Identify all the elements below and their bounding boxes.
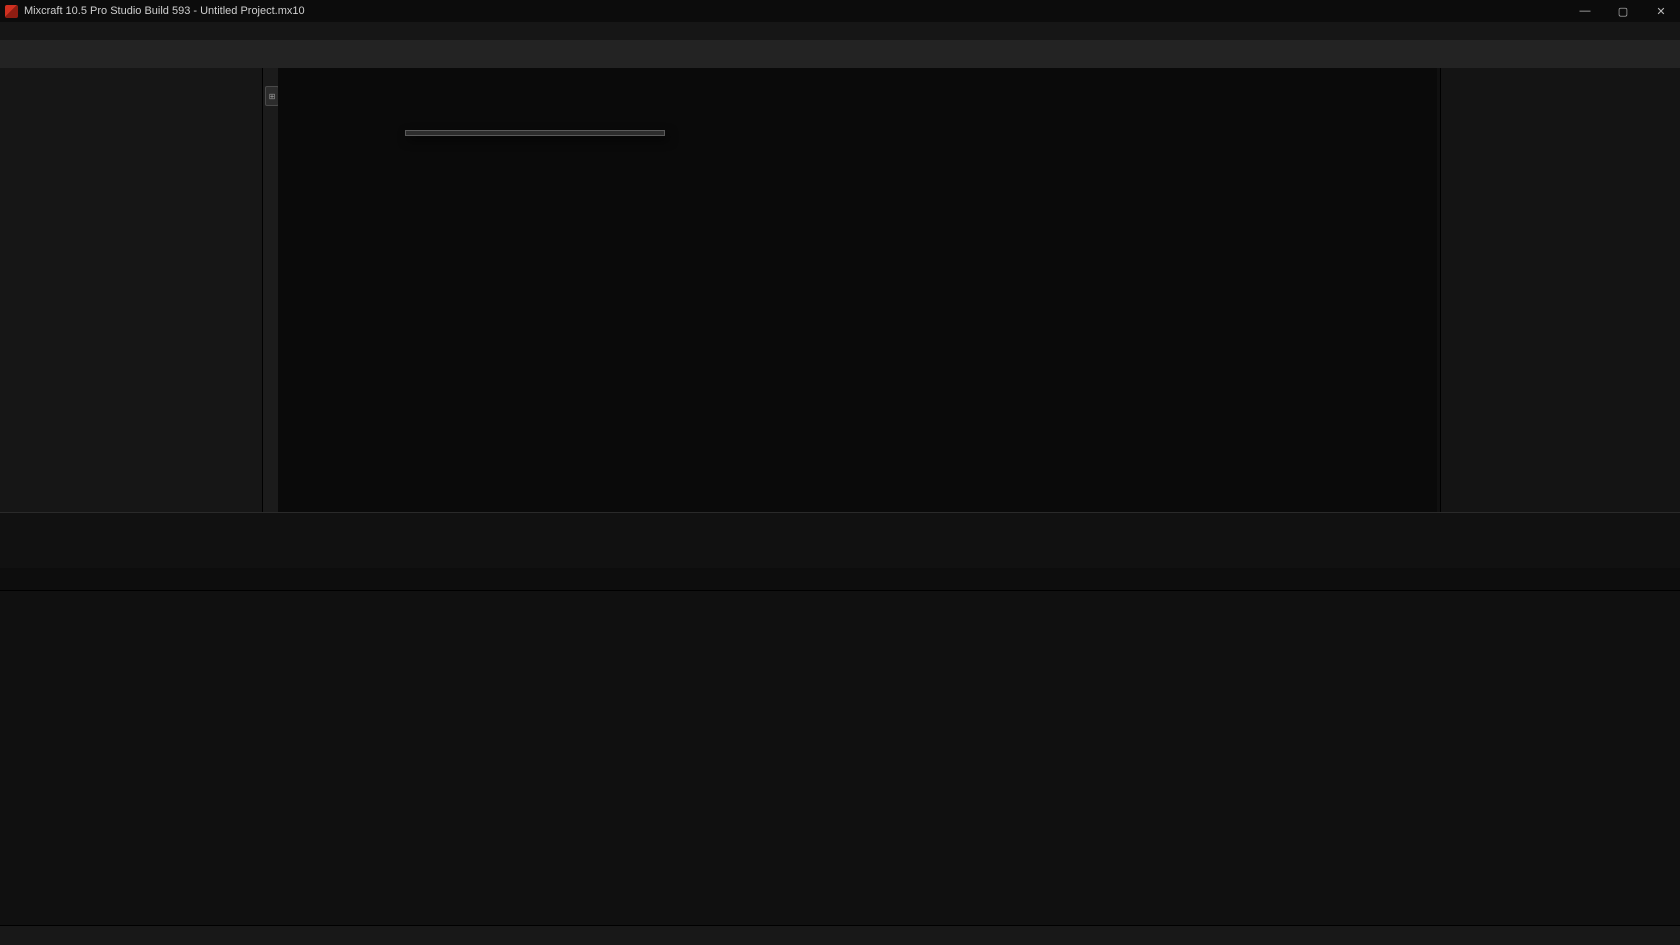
track-panel <box>0 68 263 512</box>
title-bar: Mixcraft 10.5 Pro Studio Build 593 - Unt… <box>0 0 1680 22</box>
bottom-tabs <box>0 568 1680 590</box>
clip-context-menu <box>405 130 665 136</box>
grid-view-button[interactable]: ⊞ <box>265 86 279 106</box>
arrangement-area: ⊞ <box>0 68 1680 512</box>
minimize-button[interactable]: — <box>1566 0 1604 22</box>
transport-bar <box>0 512 1680 569</box>
maximize-button[interactable]: ▢ <box>1604 0 1642 22</box>
menu-bar <box>0 22 1680 41</box>
app-logo-icon <box>5 5 18 18</box>
status-bar <box>0 925 1680 945</box>
window-controls: — ▢ ✕ <box>1566 0 1680 22</box>
close-button[interactable]: ✕ <box>1642 0 1680 22</box>
toolbar <box>0 40 1680 69</box>
mixcraft-window: Mixcraft 10.5 Pro Studio Build 593 - Unt… <box>0 0 1680 945</box>
panel-divider[interactable]: ⊞ <box>263 68 279 512</box>
markers-panel <box>1440 68 1680 512</box>
window-title: Mixcraft 10.5 Pro Studio Build 593 - Unt… <box>24 5 305 17</box>
mixer-panel <box>0 590 1680 926</box>
